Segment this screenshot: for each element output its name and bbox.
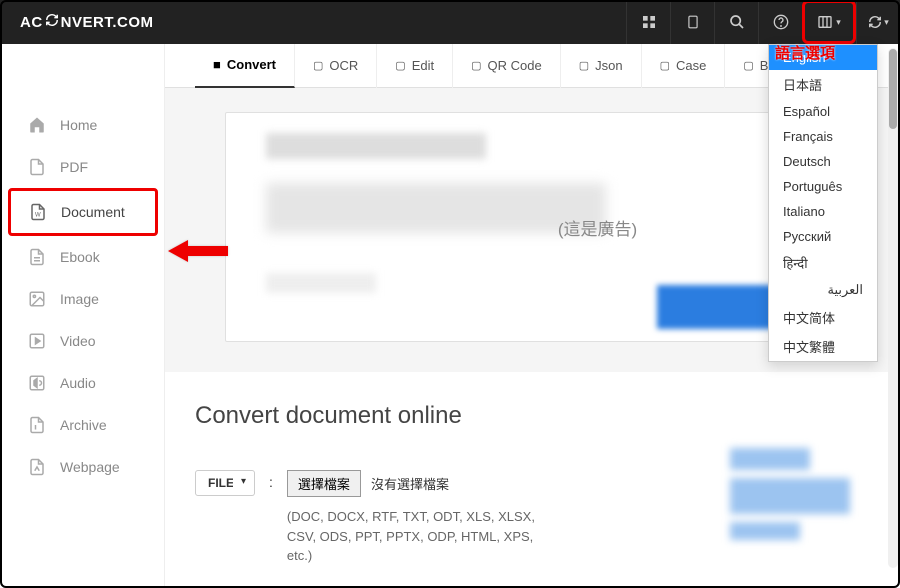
reload-icon[interactable]: ▾ (856, 0, 900, 44)
svg-text:W: W (35, 213, 41, 219)
chevron-down-icon: ▾ (884, 17, 889, 28)
file-source-dropdown[interactable]: ▾ (233, 470, 255, 496)
tab-edit[interactable]: ▢Edit (377, 44, 453, 88)
sidebar-item-document[interactable]: W Document (8, 188, 158, 236)
language-option[interactable]: 日本語 (769, 70, 877, 99)
site-logo[interactable]: AC NVERT.COM (20, 13, 154, 31)
archive-icon (28, 416, 46, 434)
scrollbar[interactable] (888, 48, 898, 568)
topbar-actions: ▾ ▾ (626, 0, 900, 44)
tablet-icon[interactable] (670, 0, 714, 44)
sidebar: Home PDF W Document Ebook Image Video Au… (0, 44, 165, 588)
sidebar-label: Webpage (60, 459, 120, 475)
ad-blur (266, 183, 606, 233)
choose-file-button[interactable]: 選擇檔案 (287, 470, 361, 497)
pdf-icon (28, 158, 46, 176)
language-option[interactable]: Español (769, 99, 877, 124)
ad-blur (266, 133, 486, 159)
image-icon (28, 290, 46, 308)
annotation-label: 語言選項 (775, 42, 835, 63)
formats-hint: (DOC, DOCX, RTF, TXT, ODT, XLS, XLSX, CS… (287, 507, 547, 566)
sidebar-label: Ebook (60, 249, 100, 265)
colon: : (269, 470, 273, 490)
language-option[interactable]: Deutsch (769, 149, 877, 174)
sidebar-item-webpage[interactable]: Webpage (0, 446, 164, 488)
language-option[interactable]: 中文简体 (769, 303, 877, 332)
language-button[interactable]: ▾ (802, 0, 856, 44)
sidebar-item-archive[interactable]: Archive (0, 404, 164, 446)
sidebar-label: Archive (60, 417, 107, 433)
sidebar-label: Image (60, 291, 99, 307)
ebook-icon (28, 248, 46, 266)
annotation-arrow (168, 238, 228, 267)
language-option[interactable]: Русский (769, 224, 877, 249)
language-option[interactable]: Português (769, 174, 877, 199)
sidebar-label: Audio (60, 375, 96, 391)
sidebar-item-video[interactable]: Video (0, 320, 164, 362)
ad-label: (這是廣告) (558, 215, 637, 240)
language-option[interactable]: 中文繁體 (769, 332, 877, 361)
webpage-icon (28, 458, 46, 476)
sidebar-label: PDF (60, 159, 88, 175)
sidebar-item-home[interactable]: Home (0, 104, 164, 146)
help-icon[interactable] (758, 0, 802, 44)
sidebar-item-ebook[interactable]: Ebook (0, 236, 164, 278)
language-menu: English 日本語 Español Français Deutsch Por… (768, 44, 878, 362)
convert-section: Convert document online FILE ▾ : 選擇檔案 沒有… (165, 372, 900, 588)
no-file-text: 沒有選擇檔案 (371, 474, 449, 493)
sidebar-item-image[interactable]: Image (0, 278, 164, 320)
ad-blur (266, 273, 376, 293)
tab-json[interactable]: ▢Json (561, 44, 642, 88)
search-icon[interactable] (714, 0, 758, 44)
sidebar-item-audio[interactable]: Audio (0, 362, 164, 404)
logo-text-post: NVERT.COM (61, 14, 154, 31)
language-option[interactable]: Français (769, 124, 877, 149)
tab-qrcode[interactable]: ▢QR Code (453, 44, 561, 88)
language-option[interactable]: Italiano (769, 199, 877, 224)
tab-ocr[interactable]: ▢OCR (295, 44, 377, 88)
grid-icon[interactable] (626, 0, 670, 44)
chevron-down-icon: ▾ (836, 17, 841, 28)
document-icon: W (29, 203, 47, 221)
language-option[interactable]: हिन्दी (769, 249, 877, 277)
topbar: AC NVERT.COM ▾ ▾ (0, 0, 900, 44)
sidebar-label: Home (60, 117, 97, 133)
video-icon (28, 332, 46, 350)
tab-convert[interactable]: ■Convert (195, 44, 295, 88)
tab-case[interactable]: ▢Case (642, 44, 726, 88)
side-ad (730, 448, 860, 568)
sidebar-item-pdf[interactable]: PDF (0, 146, 164, 188)
audio-icon (28, 374, 46, 392)
page-title: Convert document online (195, 402, 870, 430)
home-icon (28, 116, 46, 134)
scroll-thumb[interactable] (889, 49, 897, 129)
refresh-icon (45, 13, 59, 31)
sidebar-label: Video (60, 333, 96, 349)
language-option[interactable]: العربية (769, 277, 877, 303)
logo-text-pre: AC (20, 14, 43, 31)
sidebar-label: Document (61, 204, 125, 220)
